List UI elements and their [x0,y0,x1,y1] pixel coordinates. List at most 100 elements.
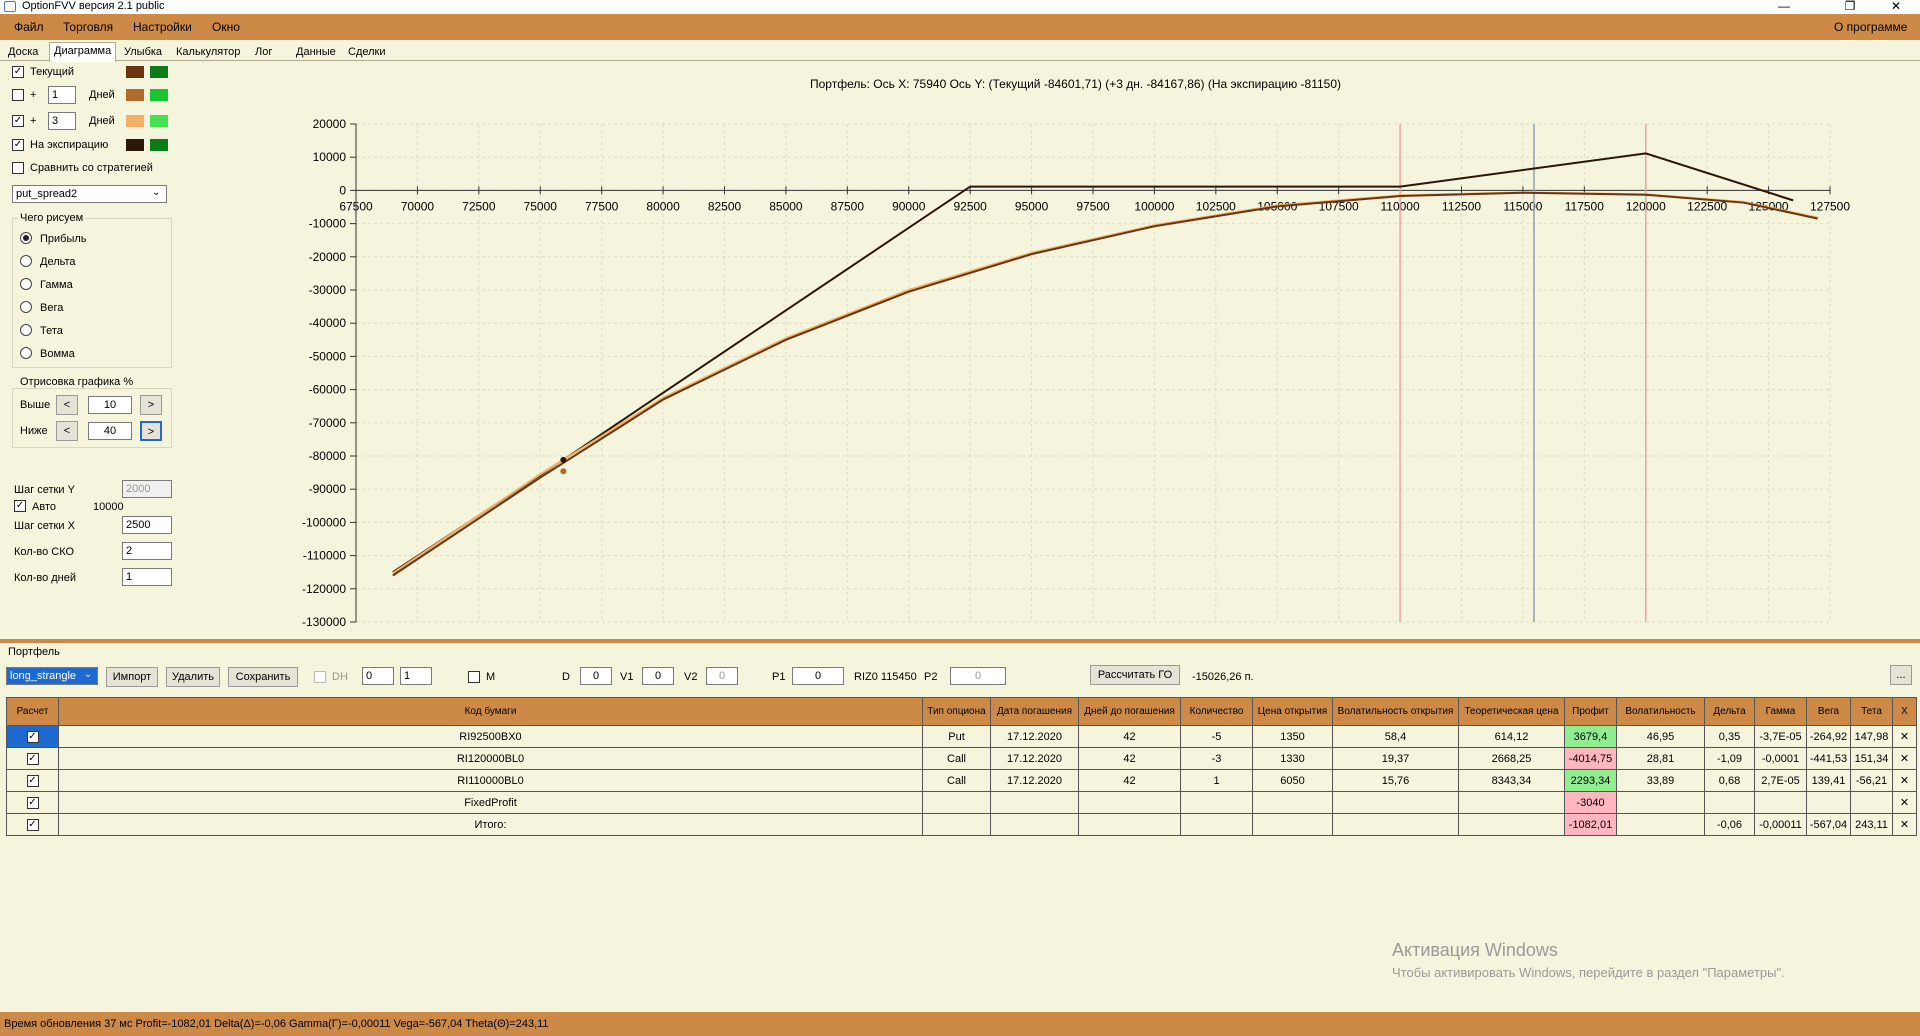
plus1-color-swatch-2[interactable] [150,89,168,101]
chevron-down-icon[interactable]: ⌄ [84,669,92,680]
row-calc-checkbox[interactable]: ✓ [26,730,39,743]
splitter[interactable] [0,639,1920,643]
col-profit[interactable]: Профит [1564,697,1617,726]
remove-row-button[interactable]: ✕ [1892,725,1917,748]
current-color-swatch-1[interactable] [126,66,144,78]
tab-calculator[interactable]: Калькулятор [172,44,244,61]
dh-checkbox[interactable] [314,671,326,683]
current-color-swatch-2[interactable] [150,66,168,78]
plus3-color-swatch-2[interactable] [150,115,168,127]
table-row[interactable]: ✓ RI92500BX0 Put 17.12.2020 42 -5 1350 58,4 614,… [6,725,1917,748]
table-row[interactable]: ✓ RI120000BL0 Call 17.12.2020 42 -3 1330 19,37 2… [6,747,1917,770]
above-increase-button[interactable]: > [140,395,162,415]
row-calc-checkbox[interactable]: ✓ [26,774,39,787]
maximize-button[interactable]: ❐ [1840,0,1860,13]
below-input[interactable]: 40 [88,422,132,440]
col-vega[interactable]: Вега [1806,697,1851,726]
below-decrease-button[interactable]: < [56,421,78,441]
col-calc[interactable]: Расчет [6,697,59,726]
row-calc-checkbox[interactable]: ✓ [26,796,39,809]
current-checkbox[interactable]: ✓ [12,66,24,78]
spin2-input[interactable]: 1 [400,667,432,685]
plus1-checkbox[interactable] [12,89,24,101]
grid-x-input[interactable]: 2500 [122,516,172,534]
expiry-color-swatch-1[interactable] [126,139,144,151]
menu-file[interactable]: Файл [14,20,44,34]
p1-input[interactable]: 0 [792,667,844,685]
import-button[interactable]: Импорт [106,667,158,687]
remove-row-button[interactable]: ✕ [1892,769,1917,792]
table-row[interactable]: ✓ FixedProfit -3040 ✕ [6,791,1917,814]
auto-checkbox[interactable]: ✓ [14,500,26,512]
row-calc-cell[interactable]: ✓ [6,725,59,748]
minimize-button[interactable]: — [1774,0,1794,13]
col-theta[interactable]: Тета [1850,697,1893,726]
above-decrease-button[interactable]: < [56,395,78,415]
sko-input[interactable]: 2 [122,542,172,560]
row-calc-checkbox[interactable]: ✓ [26,818,39,831]
col-theo-price[interactable]: Теоретическая цена [1458,697,1565,726]
table-row[interactable]: ✓ Итого: -1082,01 -0,06 -0,00011 -567,04 243,1… [6,813,1917,836]
radio-theta[interactable] [20,324,32,336]
col-expiry-date[interactable]: Дата погашения [990,697,1079,726]
col-volatility[interactable]: Волатильность [1616,697,1705,726]
v1-input[interactable]: 0 [642,667,674,685]
col-remove[interactable]: X [1892,697,1917,726]
remove-row-button[interactable]: ✕ [1892,791,1917,814]
col-code[interactable]: Код бумаги [58,697,923,726]
payoff-chart[interactable]: Портфель: Ось X: 75940 Ось Y: (Текущий -… [270,70,1890,633]
row-calc-cell[interactable]: ✓ [6,769,59,792]
days-input[interactable]: 1 [122,568,172,586]
col-days-left[interactable]: Дней до погашения [1078,697,1181,726]
menu-trading[interactable]: Торговля [63,20,113,34]
plus3-checkbox[interactable]: ✓ [12,115,24,127]
row-calc-cell[interactable]: ✓ [6,813,59,836]
table-row[interactable]: ✓ RI110000BL0 Call 17.12.2020 42 1 6050 15,76 83… [6,769,1917,792]
remove-row-button[interactable]: ✕ [1892,747,1917,770]
spin1-input[interactable]: 0 [362,667,394,685]
tab-log[interactable]: Лог [251,44,276,61]
save-button[interactable]: Сохранить [228,667,298,687]
row-calc-cell[interactable]: ✓ [6,791,59,814]
payoff-chart-svg[interactable]: Портфель: Ось X: 75940 Ось Y: (Текущий -… [270,70,1890,630]
radio-vega[interactable] [20,301,32,313]
col-quantity[interactable]: Количество [1180,697,1253,726]
col-open-price[interactable]: Цена открытия [1252,697,1333,726]
more-button[interactable]: ... [1890,665,1912,685]
compare-checkbox[interactable] [12,162,24,174]
plus3-days-input[interactable]: 3 [48,112,76,130]
below-increase-button[interactable]: > [140,421,162,441]
chevron-down-icon[interactable]: ⌄ [152,187,160,198]
delete-button[interactable]: Удалить [166,667,220,687]
tab-data[interactable]: Данные [292,44,340,61]
remove-row-button[interactable]: ✕ [1892,813,1917,836]
plus1-days-input[interactable]: 1 [48,86,76,104]
calc-go-button[interactable]: Рассчитать ГО [1090,665,1180,685]
col-open-vol[interactable]: Волатильность открытия [1332,697,1459,726]
d-input[interactable]: 0 [580,667,612,685]
close-button[interactable]: ✕ [1886,0,1906,13]
tab-board[interactable]: Доска [4,44,42,61]
menu-window[interactable]: Окно [212,20,240,34]
radio-gamma[interactable] [20,278,32,290]
menu-settings[interactable]: Настройки [133,20,192,34]
radio-profit[interactable] [20,232,32,244]
m-checkbox[interactable] [468,671,480,683]
plus1-color-swatch-1[interactable] [126,89,144,101]
tab-deals[interactable]: Сделки [344,44,390,61]
col-type[interactable]: Тип опциона [922,697,991,726]
p2-input[interactable]: 0 [950,667,1006,685]
col-delta[interactable]: Дельта [1704,697,1755,726]
above-input[interactable]: 10 [88,396,132,414]
tab-smile[interactable]: Улыбка [120,44,166,61]
row-calc-cell[interactable]: ✓ [6,747,59,770]
menu-about[interactable]: О программе [1834,20,1907,34]
expiry-color-swatch-2[interactable] [150,139,168,151]
radio-delta[interactable] [20,255,32,267]
col-gamma[interactable]: Гамма [1754,697,1807,726]
grid-y-input[interactable]: 2000 [122,480,172,498]
strategy-select[interactable]: put_spread2 [12,185,167,203]
plus3-color-swatch-1[interactable] [126,115,144,127]
radio-vomma[interactable] [20,347,32,359]
row-calc-checkbox[interactable]: ✓ [26,752,39,765]
